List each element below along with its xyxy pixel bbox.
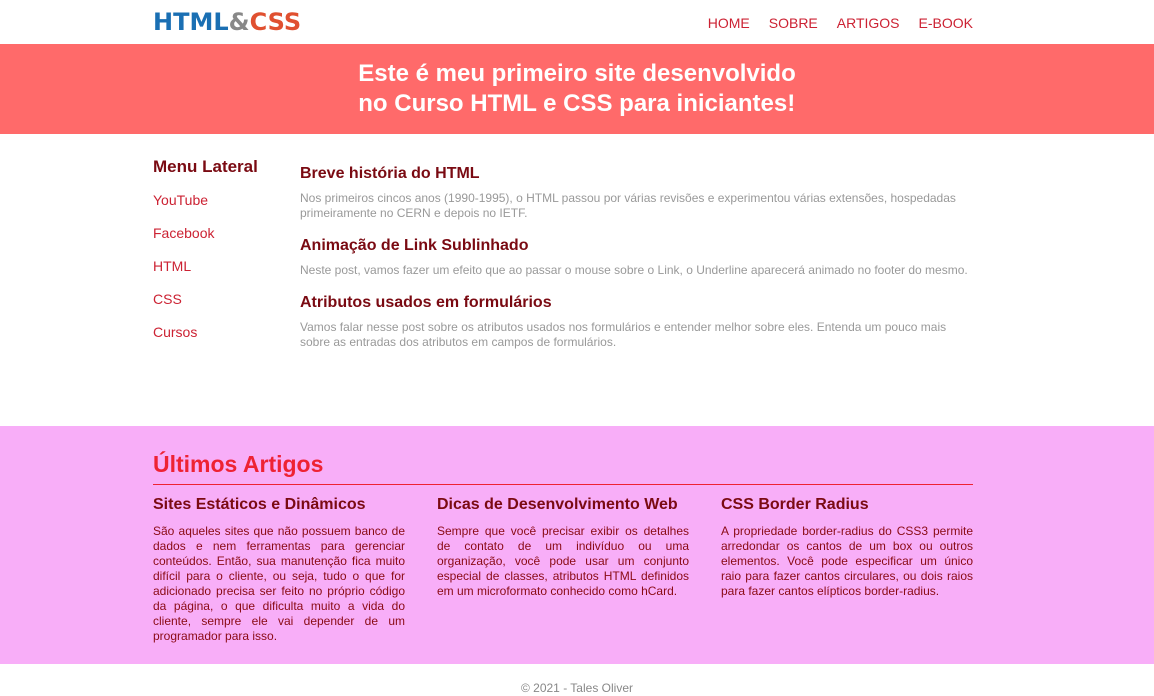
- footer-copyright: © 2021 - Tales Oliver: [520, 681, 633, 695]
- site-footer: © 2021 - Tales Oliver: [0, 664, 1154, 696]
- article-text: A propriedade border-radius do CSS3 perm…: [721, 524, 973, 598]
- hero-title: Este é meu primeiro site desenvolvido no…: [358, 59, 795, 119]
- logo-ampersand: &: [228, 8, 250, 36]
- post-title[interactable]: Animação de Link Sublinhado: [300, 237, 973, 255]
- post-title[interactable]: Breve história do HTML: [300, 165, 973, 183]
- posts-list: Breve história do HTML Nos primeiros cin…: [300, 157, 973, 366]
- hero-title-line2: no Curso HTML e CSS para iniciantes!: [358, 90, 796, 117]
- hero-title-line1: Este é meu primeiro site desenvolvido: [358, 60, 796, 87]
- sidebar-link-html[interactable]: HTML: [153, 258, 191, 274]
- nav-link-ebook[interactable]: E-BOOK: [919, 15, 973, 31]
- sidebar-link-facebook[interactable]: Facebook: [153, 225, 214, 241]
- sidebar: Menu Lateral YouTube Facebook HTML CSS C…: [153, 157, 300, 366]
- nav-link-artigos[interactable]: ARTIGOS: [837, 15, 900, 31]
- article-title[interactable]: CSS Border Radius: [721, 496, 973, 514]
- latest-articles-section: Últimos Artigos Sites Estáticos e Dinâmi…: [0, 426, 1154, 664]
- logo-html-text: HTML: [153, 8, 229, 36]
- main-nav: HOME SOBRE ARTIGOS E-BOOK: [708, 15, 973, 31]
- nav-link-sobre[interactable]: SOBRE: [769, 15, 818, 31]
- post-title[interactable]: Atributos usados em formulários: [300, 294, 973, 312]
- article-card: Sites Estáticos e Dinâmicos São aqueles …: [153, 496, 405, 644]
- article-title[interactable]: Dicas de Desenvolvimento Web: [437, 496, 689, 514]
- site-header: HTML&CSS HOME SOBRE ARTIGOS E-BOOK: [0, 0, 1154, 44]
- sidebar-link-css[interactable]: CSS: [153, 291, 182, 307]
- post-excerpt: Vamos falar nesse post sobre os atributo…: [300, 320, 947, 349]
- sidebar-item-css: CSS: [153, 290, 300, 309]
- latest-articles-title: Últimos Artigos: [153, 451, 973, 485]
- post-item: Animação de Link Sublinhado Neste post, …: [300, 237, 973, 278]
- sidebar-item-youtube: YouTube: [153, 191, 300, 210]
- site-logo[interactable]: HTML&CSS: [153, 8, 301, 36]
- hero-banner: Este é meu primeiro site desenvolvido no…: [0, 44, 1154, 134]
- sidebar-title: Menu Lateral: [153, 157, 258, 176]
- post-excerpt: Nos primeiros cincos anos (1990-1995), o…: [300, 191, 956, 220]
- post-excerpt: Neste post, vamos fazer um efeito que ao…: [300, 263, 968, 277]
- sidebar-link-cursos[interactable]: Cursos: [153, 324, 197, 340]
- article-card: Dicas de Desenvolvimento Web Sempre que …: [437, 496, 689, 644]
- nav-link-home[interactable]: HOME: [708, 15, 750, 31]
- article-text: São aqueles sites que não possuem banco …: [153, 524, 405, 643]
- post-item: Atributos usados em formulários Vamos fa…: [300, 294, 973, 350]
- sidebar-item-html: HTML: [153, 257, 300, 276]
- sidebar-item-facebook: Facebook: [153, 224, 300, 243]
- logo-css-text: CSS: [249, 8, 302, 36]
- article-text: Sempre que você precisar exibir os detal…: [437, 524, 689, 598]
- article-title[interactable]: Sites Estáticos e Dinâmicos: [153, 496, 405, 514]
- sidebar-menu: YouTube Facebook HTML CSS Cursos: [153, 191, 300, 342]
- post-item: Breve história do HTML Nos primeiros cin…: [300, 165, 973, 221]
- article-card: CSS Border Radius A propriedade border-r…: [721, 496, 973, 644]
- sidebar-link-youtube[interactable]: YouTube: [153, 192, 208, 208]
- articles-columns: Sites Estáticos e Dinâmicos São aqueles …: [153, 496, 973, 644]
- main-content: Menu Lateral YouTube Facebook HTML CSS C…: [0, 134, 1154, 426]
- sidebar-item-cursos: Cursos: [153, 323, 300, 342]
